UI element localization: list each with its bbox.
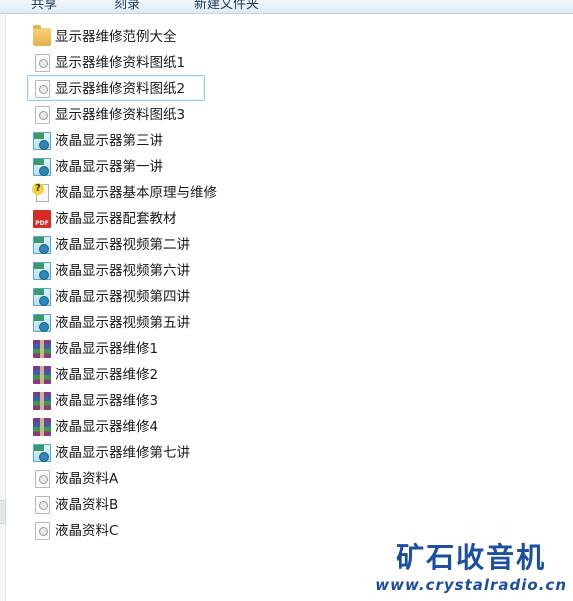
video-file-icon xyxy=(33,288,51,306)
document-icon xyxy=(35,106,50,124)
file-name-label: 液晶显示器视频第四讲 xyxy=(55,289,190,305)
file-name-label: 液晶显示器维修4 xyxy=(55,419,159,435)
rar-archive-icon xyxy=(33,392,51,410)
file-list-item[interactable]: 显示器维修资料图纸3 xyxy=(27,101,205,127)
rar-archive-icon xyxy=(33,366,51,384)
file-name-label: 显示器维修资料图纸3 xyxy=(55,107,186,123)
file-list-item[interactable]: 液晶资料A xyxy=(27,465,205,491)
file-name-label: 液晶显示器第三讲 xyxy=(55,133,163,149)
file-list-item[interactable]: 液晶显示器维修2 xyxy=(27,361,205,387)
explorer-toolbar: 共享 刻录 新建文件夹 xyxy=(0,0,573,14)
file-list-item[interactable]: 液晶显示器维修4 xyxy=(27,413,205,439)
file-name-label: 液晶显示器第一讲 xyxy=(55,159,163,175)
file-name-label: 显示器维修资料图纸2 xyxy=(55,81,186,97)
file-list-item[interactable]: 液晶显示器视频第四讲 xyxy=(27,283,205,309)
file-name-label: 液晶显示器维修第七讲 xyxy=(55,445,190,461)
file-list-item[interactable]: 液晶显示器第三讲 xyxy=(27,127,205,153)
file-list-item[interactable]: 显示器维修资料图纸1 xyxy=(27,49,205,75)
file-list-item[interactable]: 液晶显示器维修1 xyxy=(27,335,205,361)
document-icon xyxy=(35,522,50,540)
file-list-item[interactable]: 液晶资料B xyxy=(27,491,205,517)
file-name-label: 液晶资料B xyxy=(55,497,119,513)
help-file-icon xyxy=(32,183,49,202)
video-file-icon xyxy=(33,132,51,150)
file-list-item[interactable]: 显示器维修资料图纸2 xyxy=(27,75,205,101)
video-file-icon xyxy=(33,236,51,254)
pane-resize-handle[interactable] xyxy=(0,500,6,524)
file-name-label: 液晶显示器配套教材 xyxy=(55,211,177,227)
document-icon xyxy=(35,496,50,514)
navigation-pane-edge xyxy=(0,14,6,601)
watermark-title: 矿石收音机 xyxy=(396,541,547,574)
file-name-label: 液晶资料A xyxy=(55,471,119,487)
document-icon xyxy=(35,470,50,488)
file-name-label: 显示器维修范例大全 xyxy=(55,29,177,45)
pdf-file-icon xyxy=(33,210,51,228)
file-name-label: 液晶显示器维修1 xyxy=(55,341,159,357)
toolbar-share-button[interactable]: 共享 xyxy=(31,0,57,12)
document-icon xyxy=(35,80,50,98)
file-name-label: 液晶资料C xyxy=(55,523,119,539)
file-list-item[interactable]: 液晶显示器基本原理与维修 xyxy=(27,179,217,205)
file-list-item[interactable]: 液晶显示器配套教材 xyxy=(27,205,205,231)
file-list-item[interactable]: 液晶资料C xyxy=(27,517,205,543)
file-list-item[interactable]: 液晶显示器第一讲 xyxy=(27,153,205,179)
rar-archive-icon xyxy=(33,418,51,436)
file-name-label: 液晶显示器基本原理与维修 xyxy=(55,185,217,201)
file-list-item[interactable]: 液晶显示器视频第二讲 xyxy=(27,231,205,257)
file-name-label: 显示器维修资料图纸1 xyxy=(55,55,186,71)
file-list-item[interactable]: 液晶显示器视频第五讲 xyxy=(27,309,205,335)
video-file-icon xyxy=(33,262,51,280)
video-file-icon xyxy=(33,158,51,176)
video-file-icon xyxy=(33,444,51,462)
folder-icon xyxy=(33,25,51,46)
file-list-item[interactable]: 液晶显示器视频第六讲 xyxy=(27,257,205,283)
file-name-label: 液晶显示器视频第二讲 xyxy=(55,237,190,253)
file-list: 显示器维修范例大全 显示器维修资料图纸1 显示器维修资料图纸2 显示器维修资料图纸3 液… xyxy=(27,23,427,543)
file-name-label: 液晶显示器维修3 xyxy=(55,393,159,409)
watermark-url: www.crystalradio.cn xyxy=(375,576,567,594)
watermark: 矿石收音机 www.crystalradio.cn xyxy=(375,541,567,595)
file-list-item[interactable]: 液晶显示器维修第七讲 xyxy=(27,439,205,465)
toolbar-new-folder-button[interactable]: 新建文件夹 xyxy=(194,0,259,12)
file-list-item[interactable]: 显示器维修范例大全 xyxy=(27,23,205,49)
document-icon xyxy=(35,54,50,72)
video-file-icon xyxy=(33,314,51,332)
file-name-label: 液晶显示器视频第六讲 xyxy=(55,263,190,279)
file-name-label: 液晶显示器视频第五讲 xyxy=(55,315,190,331)
file-list-item[interactable]: 液晶显示器维修3 xyxy=(27,387,205,413)
rar-archive-icon xyxy=(33,340,51,358)
toolbar-burn-button[interactable]: 刻录 xyxy=(114,0,140,12)
file-name-label: 液晶显示器维修2 xyxy=(55,367,159,383)
